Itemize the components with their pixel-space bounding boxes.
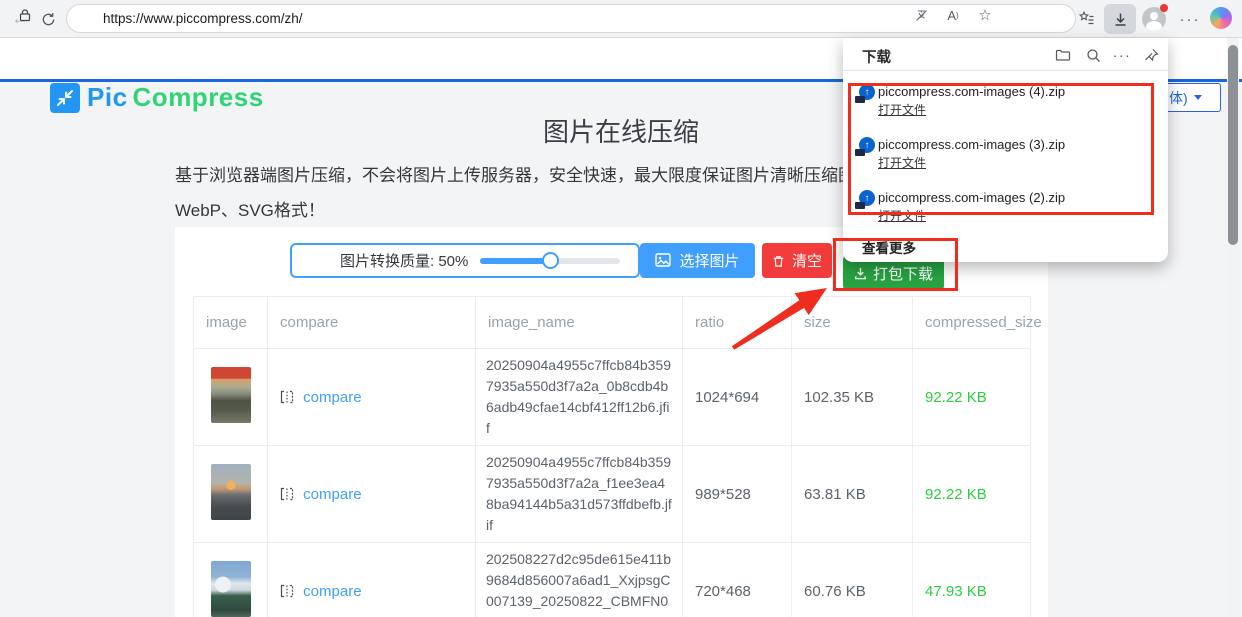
table-header-row: image compare image_name ratio size comp… [193, 296, 1042, 349]
image-name: 20250904a4955c7ffcb84b3597935a550d3f7a2a… [475, 445, 683, 543]
copilot-icon[interactable] [1210, 7, 1232, 29]
thumbnail-image [210, 367, 251, 423]
size-value: 60.76 KB [791, 542, 913, 617]
col-compressed-size: compressed_size [912, 296, 1042, 349]
pin-icon[interactable] [1141, 45, 1161, 65]
compressed-size-value: 47.93 KB [912, 542, 1031, 617]
ratio-value: 989*528 [682, 445, 792, 543]
read-aloud-icon[interactable]: A) [944, 6, 962, 24]
search-downloads-icon[interactable] [1083, 45, 1103, 65]
table-row: compare 20250904a4955c7ffcb84b3597935a55… [193, 445, 1031, 543]
clear-button[interactable]: 清空 [762, 243, 832, 278]
avatar-body [1146, 21, 1162, 31]
slider-fill [480, 258, 551, 264]
annotation-box-pack-button [833, 238, 958, 291]
table-row: compare 20250904a4955c7ffcb84b3597935a55… [193, 348, 1031, 446]
avatar-head [1150, 12, 1158, 20]
open-downloads-folder-icon[interactable] [1053, 45, 1073, 65]
quality-slider[interactable] [480, 245, 621, 276]
logo-text-compress: Compress [132, 82, 264, 112]
col-compare: compare [267, 296, 476, 349]
browser-toolbar: ← https://www.piccompress.com/zh/ A) ☆ ·… [0, 0, 1242, 38]
lock-icon[interactable] [16, 6, 34, 24]
quality-control-box: 图片转换质量: 50% [290, 243, 640, 278]
translate-disabled-icon[interactable] [912, 6, 930, 24]
compare-icon [280, 487, 294, 500]
compressed-size-value: 92.22 KB [912, 348, 1031, 446]
slider-handle[interactable] [542, 252, 560, 269]
trash-icon [773, 255, 784, 267]
results-table: image compare image_name ratio size comp… [193, 296, 1042, 617]
downloads-more-options-icon[interactable]: ··· [1112, 45, 1132, 65]
thumbnail-image [210, 561, 251, 617]
quality-label: 图片转换质量: 50% [340, 253, 469, 270]
site-logo[interactable]: Pic Compress [50, 82, 264, 113]
image-name: 20250904a4955c7ffcb84b3597935a550d3f7a2a… [475, 348, 683, 446]
col-image: image [193, 296, 268, 349]
profile-notification-dot [1160, 4, 1168, 12]
annotation-arrow [731, 288, 827, 350]
screen: ← https://www.piccompress.com/zh/ A) ☆ ·… [0, 0, 1242, 617]
size-value: 63.81 KB [791, 445, 913, 543]
favorite-star-icon[interactable]: ☆ [976, 6, 994, 24]
compare-icon [280, 584, 294, 597]
downloads-toolbar-button[interactable] [1104, 4, 1136, 34]
compare-link[interactable]: compare [303, 583, 361, 600]
compare-link[interactable]: compare [303, 389, 361, 406]
annotation-box-downloads [848, 83, 1154, 215]
logo-text-pic: Pic [87, 82, 128, 112]
select-images-button[interactable]: 选择图片 [640, 243, 755, 278]
ratio-value: 720*468 [682, 542, 792, 617]
divider [843, 70, 1168, 71]
clear-label: 清空 [791, 253, 822, 270]
scrollbar-thumb[interactable] [1228, 45, 1238, 245]
logo-compress-icon [50, 82, 80, 113]
table-row: compare 202508227d2c95de615e411b9684d856… [193, 542, 1031, 617]
col-image-name: image_name [475, 296, 683, 349]
url-text[interactable]: https://www.piccompress.com/zh/ [103, 11, 303, 26]
downloads-panel-title: 下载 [862, 50, 891, 66]
compare-icon [280, 390, 294, 403]
browser-menu-icon[interactable]: ··· [1178, 7, 1202, 31]
image-name: 202508227d2c95de615e411b9684d856007a6ad1… [475, 542, 683, 617]
image-icon [655, 253, 672, 267]
select-images-label: 选择图片 [679, 253, 740, 270]
compare-link[interactable]: compare [303, 486, 361, 503]
page-scrollbar[interactable] [1227, 38, 1239, 617]
chevron-down-icon [1193, 95, 1202, 100]
compressed-size-value: 92.22 KB [912, 445, 1031, 543]
collections-icon[interactable] [1078, 10, 1095, 32]
refresh-icon[interactable] [36, 7, 60, 31]
thumbnail-image [210, 464, 251, 520]
